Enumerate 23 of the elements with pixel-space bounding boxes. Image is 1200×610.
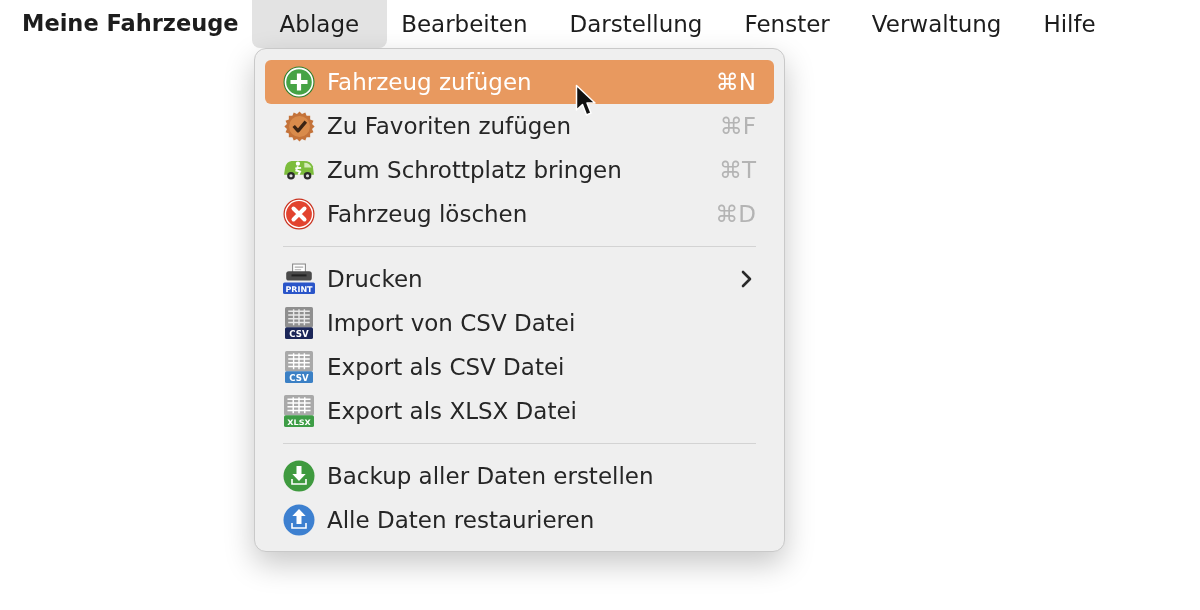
app-menu[interactable]: Meine Fahrzeuge bbox=[22, 0, 239, 48]
menu-item[interactable]: CSV Export als CSV Datei bbox=[265, 345, 774, 389]
x-circle-icon bbox=[283, 198, 315, 230]
keyboard-shortcut: ⌘N bbox=[715, 67, 756, 97]
menu-title[interactable]: Darstellung bbox=[548, 0, 724, 48]
menu-item[interactable]: Alle Daten restaurieren bbox=[265, 498, 774, 542]
menu-title[interactable]: Hilfe bbox=[1022, 0, 1117, 48]
mouse-pointer-icon bbox=[575, 84, 597, 118]
keyboard-shortcut: ⌘F bbox=[719, 111, 756, 141]
keyboard-shortcut: ⌘D bbox=[715, 199, 756, 229]
menu-title[interactable]: Verwaltung bbox=[850, 0, 1023, 48]
menu-title[interactable]: Ablage bbox=[251, 0, 388, 48]
menu-item[interactable]: Zum Schrottplatz bringen ⌘T bbox=[265, 148, 774, 192]
car-icon bbox=[283, 159, 315, 181]
menu-item[interactable]: Fahrzeug löschen ⌘D bbox=[265, 192, 774, 236]
keyboard-shortcut: ⌘T bbox=[718, 155, 756, 185]
menu-title[interactable]: Fenster bbox=[723, 0, 851, 48]
check-badge-icon bbox=[283, 110, 315, 142]
plus-circle-icon bbox=[283, 66, 315, 98]
menu-item[interactable]: CSV Import von CSV Datei bbox=[265, 301, 774, 345]
upload-icon bbox=[283, 504, 315, 536]
menu-item[interactable]: Backup aller Daten erstellen bbox=[265, 454, 774, 498]
download-icon bbox=[283, 460, 315, 492]
